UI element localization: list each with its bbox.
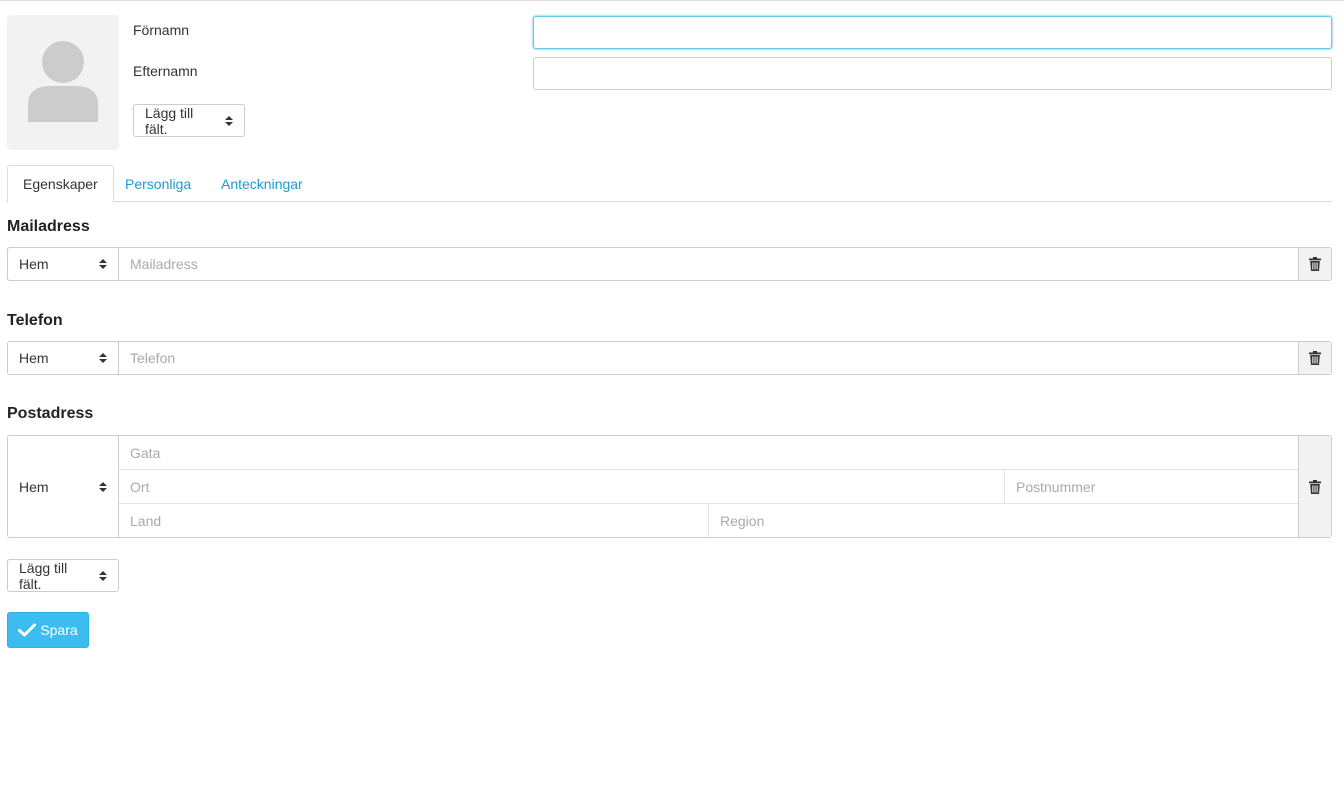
address-delete-button[interactable]	[1298, 436, 1331, 537]
save-button[interactable]: Spara	[7, 612, 89, 648]
email-type-value: Hem	[19, 256, 49, 272]
phone-delete-button[interactable]	[1298, 342, 1331, 374]
street-input[interactable]	[119, 436, 1298, 469]
address-section-title: Postadress	[7, 405, 94, 422]
check-icon	[18, 623, 37, 637]
tab-egenskaper[interactable]: Egenskaper	[7, 165, 114, 203]
tab-bar: Egenskaper Personliga Anteckningar	[7, 165, 1332, 203]
address-row-country	[119, 504, 1298, 537]
address-row-city	[119, 470, 1298, 504]
tab-anteckningar[interactable]: Anteckningar	[206, 165, 318, 202]
sort-arrows-icon	[225, 115, 233, 126]
save-label: Spara	[40, 622, 78, 638]
email-section-title: Mailadress	[7, 218, 90, 235]
address-type-select[interactable]: Hem	[8, 436, 119, 537]
address-fields	[119, 436, 1298, 537]
tab-personliga[interactable]: Personliga	[110, 165, 206, 202]
sort-arrows-icon	[99, 353, 107, 363]
country-input[interactable]	[119, 504, 708, 537]
add-field-label: Lägg till fält.	[145, 104, 194, 137]
region-input[interactable]	[708, 504, 1298, 537]
phone-type-select[interactable]: Hem	[8, 342, 119, 374]
sort-arrows-icon	[99, 570, 107, 581]
add-field-select-top[interactable]: Lägg till fält.	[133, 104, 245, 137]
first-name-input[interactable]	[533, 16, 1332, 49]
address-type-value: Hem	[19, 478, 49, 495]
phone-section-title: Telefon	[7, 312, 63, 329]
sort-arrows-icon	[99, 259, 107, 269]
add-field-label: Lägg till fält.	[19, 559, 68, 592]
trash-icon	[1309, 351, 1321, 365]
phone-field-group: Hem	[7, 341, 1332, 375]
email-type-select[interactable]: Hem	[8, 248, 119, 280]
email-delete-button[interactable]	[1298, 248, 1331, 280]
address-row-street	[119, 436, 1298, 470]
contact-avatar[interactable]	[7, 15, 119, 150]
email-input[interactable]	[119, 248, 1298, 280]
email-field-group: Hem	[7, 247, 1332, 281]
address-field-group: Hem	[7, 435, 1332, 538]
last-name-label: Efternamn	[133, 63, 198, 79]
first-name-label: Förnamn	[133, 22, 190, 38]
last-name-input[interactable]	[533, 57, 1332, 90]
trash-icon	[1309, 479, 1321, 494]
sort-arrows-icon	[99, 481, 107, 492]
zip-input[interactable]	[1004, 470, 1298, 503]
trash-icon	[1309, 257, 1321, 271]
phone-input[interactable]	[119, 342, 1298, 374]
city-input[interactable]	[119, 470, 1004, 503]
add-field-select-bottom[interactable]: Lägg till fält.	[7, 559, 119, 592]
phone-type-value: Hem	[19, 350, 49, 366]
person-silhouette-icon	[28, 41, 98, 122]
